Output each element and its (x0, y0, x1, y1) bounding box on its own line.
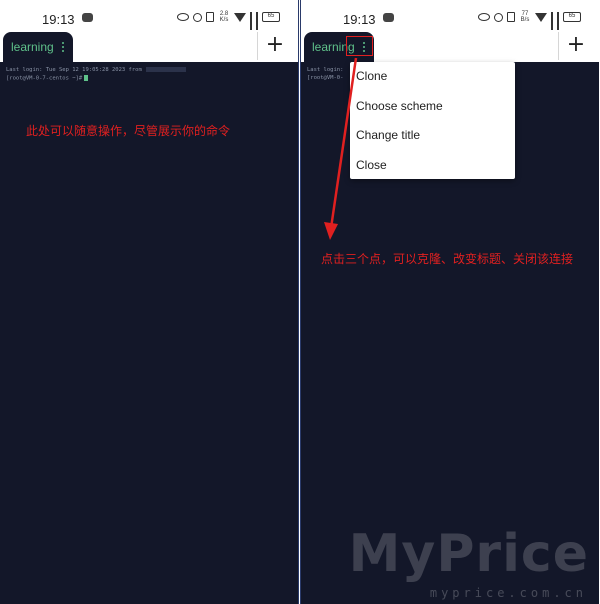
divider (257, 32, 258, 60)
terminal-view[interactable]: Last login: Tue Sep 12 19:05:28 2023 fro… (0, 62, 298, 604)
terminal-cursor (84, 75, 89, 81)
wifi-icon (535, 12, 547, 22)
signal-icon-2 (256, 12, 258, 36)
network-speed: 77 B/s (520, 11, 530, 23)
highlight-box (346, 36, 373, 56)
terminal-line: Last login: Tue Sep 12 19:05:28 2023 fro… (6, 67, 186, 73)
battery-icon: 65 (563, 12, 581, 22)
right-phone-screen: 19:13 77 B/s 65 learning + Last login: [… (300, 0, 599, 604)
watermark-sub: myprice.com.cn (429, 586, 587, 600)
left-phone-screen: 19:13 2.8 K/s 65 learning + Last login: … (0, 0, 299, 604)
status-time: 19:13 (343, 12, 376, 27)
tab-learning[interactable]: learning (3, 32, 73, 62)
signal-icon (551, 12, 553, 36)
tab-options-menu: Clone Choose scheme Change title Close (350, 62, 515, 179)
signal-icon-2 (557, 12, 559, 36)
more-vert-icon[interactable] (61, 42, 65, 52)
add-tab-button[interactable]: + (565, 34, 587, 56)
vibrate-icon (206, 12, 214, 22)
menu-item-change-title[interactable]: Change title (350, 121, 515, 151)
status-icons: 2.8 K/s 65 (177, 11, 280, 36)
watermark: MyPrice (348, 524, 589, 584)
terminal-prompt: [root@VM-0- (307, 75, 344, 81)
vibrate-icon (507, 12, 515, 22)
eye-icon (177, 13, 189, 21)
status-time: 19:13 (42, 12, 75, 27)
menu-item-choose-scheme[interactable]: Choose scheme (350, 92, 515, 122)
redacted-mask (145, 67, 186, 72)
status-icons: 77 B/s 65 (478, 11, 581, 36)
annotation-note: 点击三个点，可以克隆、改变标题、关闭该连接 (321, 252, 574, 266)
wifi-icon (234, 12, 246, 22)
tab-label: learning (11, 40, 54, 54)
signal-icon (250, 12, 252, 36)
eye-icon (478, 13, 490, 21)
divider (558, 32, 559, 60)
alarm-icon (193, 12, 202, 22)
terminal-prompt: [root@VM-0-7-centos ~]# (6, 75, 89, 82)
menu-item-close[interactable]: Close (350, 151, 515, 181)
status-bar: 19:13 2.8 K/s 65 (0, 0, 298, 36)
tab-bar: learning + (0, 30, 298, 62)
battery-icon: 65 (262, 12, 280, 22)
menu-item-clone[interactable]: Clone (350, 62, 515, 92)
add-tab-button[interactable]: + (264, 34, 286, 56)
annotation-note: 此处可以随意操作，尽管展示你的命令 (26, 124, 231, 138)
alarm-icon (494, 12, 503, 22)
status-bar: 19:13 77 B/s 65 (301, 0, 599, 36)
terminal-line: Last login: (307, 67, 344, 73)
notification-icon (82, 13, 93, 22)
notification-icon (383, 13, 394, 22)
network-speed: 2.8 K/s (219, 11, 229, 23)
